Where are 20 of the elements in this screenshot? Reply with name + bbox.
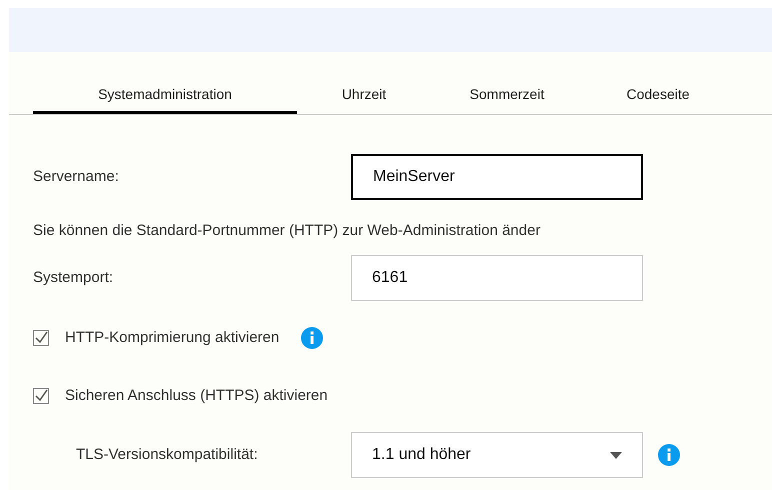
field-label: TLS-Versionskompatibilität: [76,444,259,465]
checkmark-icon [34,389,48,403]
field-label: Systemport: [33,268,114,288]
dropdown[interactable]: 1.1 und höher [351,432,643,478]
checkbox-label: HTTP-Komprimierung aktivieren [65,328,280,348]
tab[interactable]: Codeseite [583,84,733,114]
field-label: Servername: [33,166,120,187]
checkbox-label: Sicheren Anschluss (HTTPS) aktivieren [65,386,328,406]
checkbox[interactable] [33,388,49,404]
checkmark-icon [34,331,48,345]
checkbox[interactable] [33,330,49,346]
info-icon[interactable] [301,327,324,349]
tab[interactable]: Sommerzeit [431,84,583,114]
text-field[interactable]: MeinServer [351,154,643,200]
tab[interactable]: Systemadministration [33,84,297,114]
caret-icon [610,452,622,458]
text-field[interactable]: 6161 [351,255,643,301]
tab[interactable]: Uhrzeit [297,84,431,114]
port-note: Sie können die Standard-Portnummer (HTTP) zur Web-Administration änder [33,221,542,241]
info-icon[interactable] [658,444,680,466]
